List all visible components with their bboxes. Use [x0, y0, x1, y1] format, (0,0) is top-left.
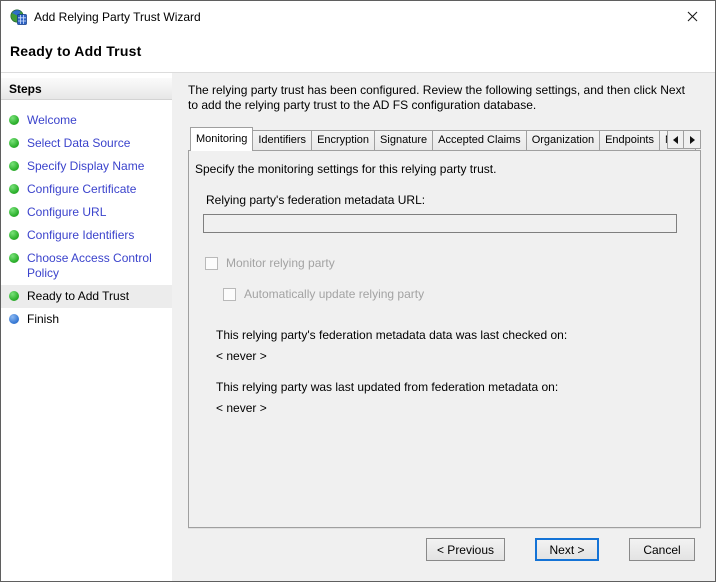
step-ready-to-add-trust[interactable]: Ready to Add Trust [1, 285, 172, 308]
monitoring-tab-panel: Specify the monitoring settings for this… [188, 150, 701, 528]
step-completed-bullet-icon [9, 138, 19, 148]
step-choose-access-control-policy[interactable]: Choose Access Control Policy [1, 247, 172, 285]
tab-identifiers[interactable]: Identifiers [253, 130, 312, 150]
trust-settings-tab-control: Monitoring Identifiers Encryption Signat… [188, 126, 701, 528]
tab-strip: Monitoring Identifiers Encryption Signat… [188, 126, 701, 150]
auto-update-checkbox-row[interactable]: Automatically update relying party [223, 287, 688, 301]
next-button[interactable]: Next > [535, 538, 599, 561]
window-title: Add Relying Party Trust Wizard [34, 10, 201, 24]
step-current-bullet-icon [9, 291, 19, 301]
step-configure-identifiers[interactable]: Configure Identifiers [1, 224, 172, 247]
tab-scroll-left-button[interactable] [667, 130, 684, 149]
step-select-data-source[interactable]: Select Data Source [1, 132, 172, 155]
adfs-wizard-icon [10, 9, 27, 25]
tab-encryption[interactable]: Encryption [312, 130, 375, 150]
tab-monitoring[interactable]: Monitoring [190, 127, 253, 151]
tab-scroll-buttons [667, 130, 701, 149]
tab-scroll-right-button[interactable] [684, 130, 701, 149]
title-bar: Add Relying Party Trust Wizard [1, 1, 715, 32]
step-upcoming-bullet-icon [9, 314, 19, 324]
monitor-relying-party-checkbox[interactable] [205, 257, 218, 270]
last-checked-label: This relying party's federation metadata… [216, 328, 688, 342]
step-completed-bullet-icon [9, 207, 19, 217]
step-completed-bullet-icon [9, 230, 19, 240]
step-configure-url[interactable]: Configure URL [1, 201, 172, 224]
step-completed-bullet-icon [9, 115, 19, 125]
previous-button[interactable]: < Previous [426, 538, 505, 561]
tab-organization[interactable]: Organization [527, 130, 600, 150]
steps-list: Welcome Select Data Source Specify Displ… [1, 109, 172, 331]
cancel-button[interactable]: Cancel [629, 538, 695, 561]
federation-metadata-url-label: Relying party's federation metadata URL: [206, 193, 688, 207]
page-header: Ready to Add Trust [1, 32, 715, 72]
step-finish[interactable]: Finish [1, 308, 172, 331]
tab-endpoints[interactable]: Endpoints [600, 130, 660, 150]
page-description: The relying party trust has been configu… [188, 83, 696, 113]
last-checked-value: < never > [216, 349, 688, 363]
last-updated-label: This relying party was last updated from… [216, 380, 688, 394]
monitoring-instruction: Specify the monitoring settings for this… [195, 162, 688, 176]
step-completed-bullet-icon [9, 184, 19, 194]
last-updated-value: < never > [216, 401, 688, 415]
scroll-left-arrow-icon [673, 136, 678, 144]
page-title: Ready to Add Trust [10, 43, 715, 59]
step-welcome[interactable]: Welcome [1, 109, 172, 132]
steps-panel: Steps Welcome Select Data Source Specify… [1, 73, 172, 581]
steps-header: Steps [1, 78, 172, 100]
close-icon [687, 11, 698, 22]
auto-update-checkbox[interactable] [223, 288, 236, 301]
monitor-relying-party-checkbox-row[interactable]: Monitor relying party [205, 256, 688, 270]
federation-metadata-url-input[interactable] [203, 214, 677, 233]
step-completed-bullet-icon [9, 161, 19, 171]
monitor-relying-party-label: Monitor relying party [226, 256, 335, 270]
tab-accepted-claims[interactable]: Accepted Claims [433, 130, 527, 150]
auto-update-label: Automatically update relying party [244, 287, 424, 301]
scroll-right-arrow-icon [690, 136, 695, 144]
step-configure-certificate[interactable]: Configure Certificate [1, 178, 172, 201]
wizard-button-row: < Previous Next > Cancel [188, 528, 701, 581]
wizard-content: The relying party trust has been configu… [172, 73, 715, 581]
step-specify-display-name[interactable]: Specify Display Name [1, 155, 172, 178]
tab-signature[interactable]: Signature [375, 130, 433, 150]
close-button[interactable] [670, 1, 715, 32]
wizard-window: Add Relying Party Trust Wizard Ready to … [0, 0, 716, 582]
step-completed-bullet-icon [9, 253, 19, 263]
